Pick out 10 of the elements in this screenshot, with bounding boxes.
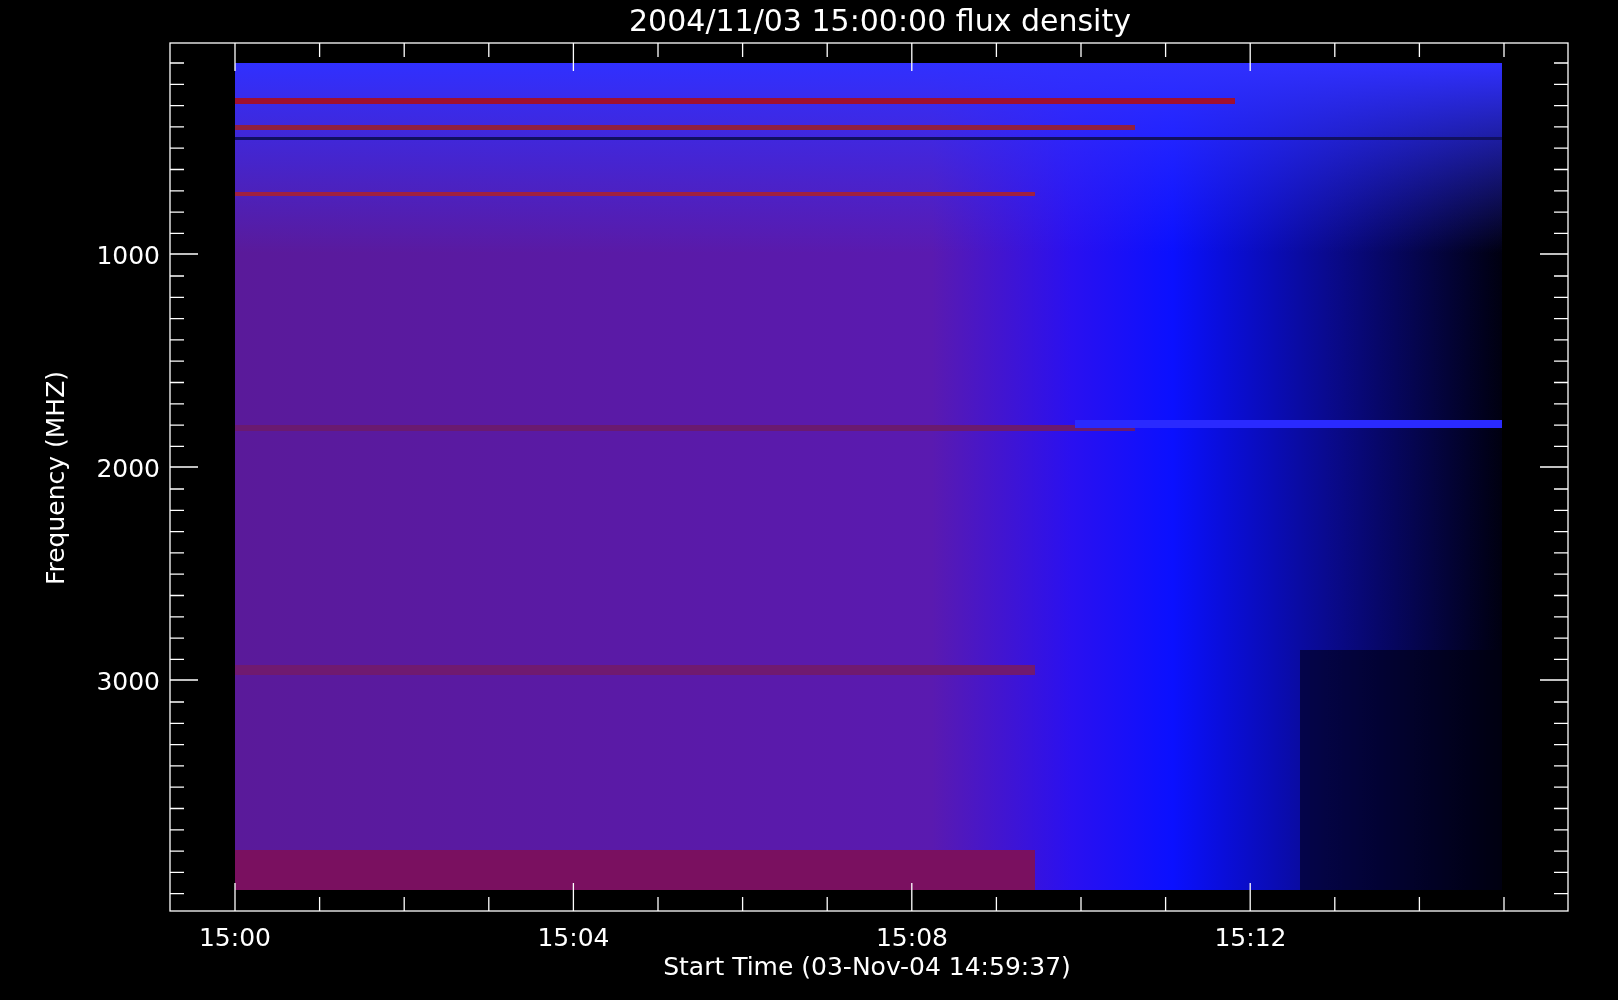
axis-tick-label: 15:08 — [876, 923, 948, 952]
axis-tick-label: 1000 — [96, 241, 160, 270]
axis-title: Frequency (MHZ) — [41, 370, 70, 586]
axis-tick-label: 3000 — [96, 667, 160, 696]
axis-tick-label: 15:12 — [1214, 923, 1287, 952]
axis-title: Start Time (03-Nov-04 14:59:37) — [663, 952, 1071, 981]
axis-tick-label: 15:04 — [537, 923, 610, 952]
axis-tick-label: 2000 — [96, 454, 160, 483]
axis-tick-label: 15:00 — [199, 923, 271, 952]
plot-title: 2004/11/03 15:00:00 flux density — [629, 3, 1131, 38]
